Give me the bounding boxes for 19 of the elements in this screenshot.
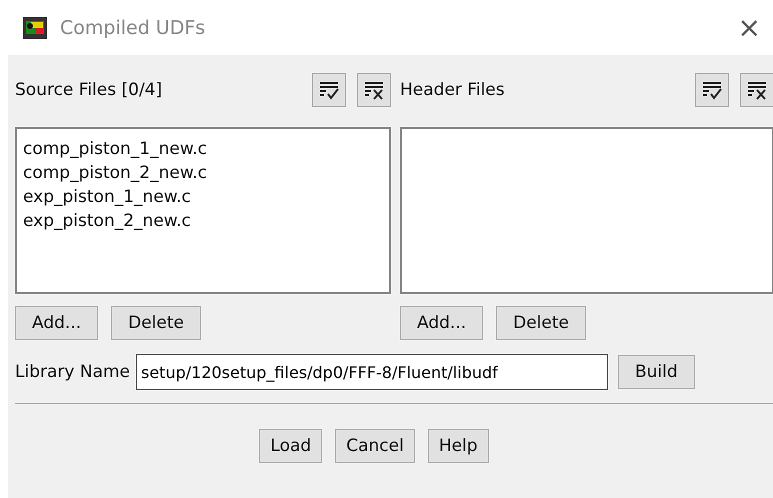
build-button[interactable]: Build [618,355,695,389]
library-name-field[interactable]: setup/120setup_files/dp0/FFF-8/Fluent/libudf [136,354,608,390]
source-file-item[interactable]: comp_piston_2_new.c [23,161,383,185]
source-file-item[interactable]: exp_piston_2_new.c [23,209,383,233]
library-name-label: Library Name [15,362,130,382]
cancel-button[interactable]: Cancel [335,429,415,463]
load-button[interactable]: Load [259,429,322,463]
window-title: Compiled UDFs [60,16,206,38]
close-button[interactable]: × [734,11,765,44]
help-button[interactable]: Help [428,429,489,463]
source-files-label: Source Files [0/4] [15,80,162,100]
source-file-item[interactable]: comp_piston_1_new.c [23,137,383,161]
add-button[interactable]: Add... [15,306,98,340]
source-files-list[interactable]: comp_piston_1_new.c comp_piston_2_new.c exp_piston_1_new.c exp_piston_2_new.c [15,127,391,294]
add-button[interactable]: Add... [400,306,484,340]
delete-button[interactable]: Delete [111,306,201,340]
source-file-item[interactable]: exp_piston_1_new.c [23,185,383,209]
header-files-label: Header Files [400,80,505,100]
delete-button[interactable]: Delete [496,306,586,340]
